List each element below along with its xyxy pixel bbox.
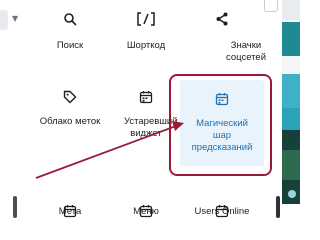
annotation-arrow [35, 121, 184, 179]
block-inserter-panel: ▼ Поиск Шорткод Значки соцсетей Облако м… [0, 0, 300, 218]
